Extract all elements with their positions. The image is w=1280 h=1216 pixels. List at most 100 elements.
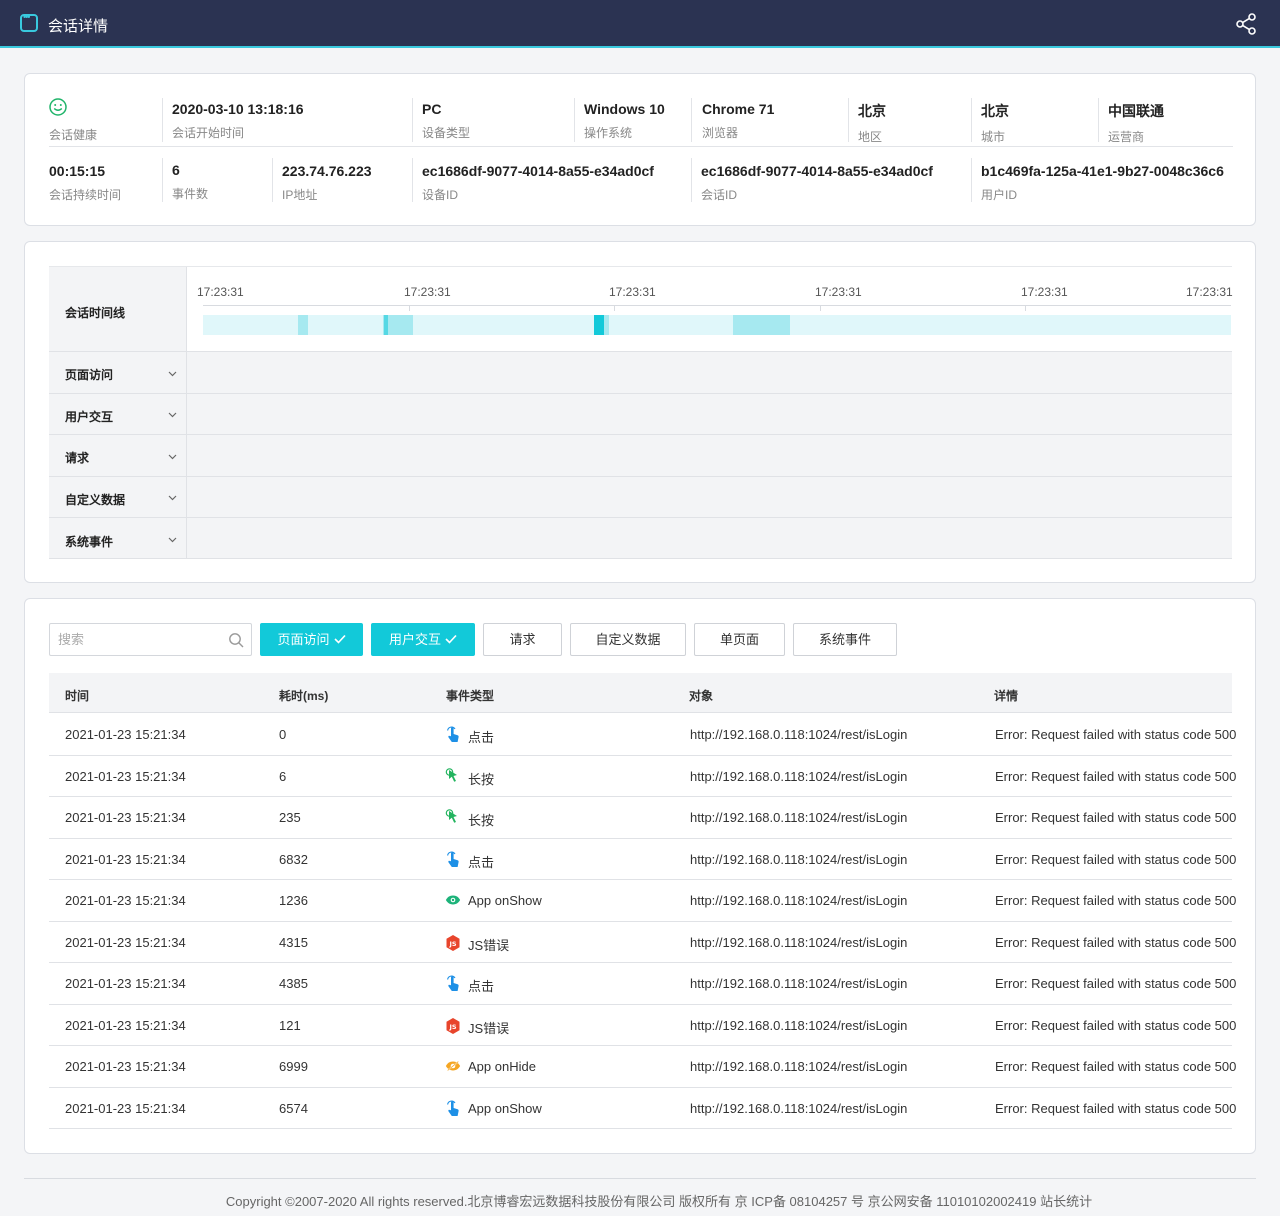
- session-info-card: 会话健康 2020-03-10 13:18:16 会话开始时间 PC 设备类型 Wi…: [24, 73, 1256, 226]
- cell-target[interactable]: http://192.168.0.118:1024/rest/isLogin: [690, 1101, 907, 1116]
- col-duration[interactable]: 耗时(ms): [279, 687, 328, 704]
- timeline-tick: 17:23:31: [404, 285, 451, 299]
- info-health: 会话健康: [49, 128, 98, 142]
- table-row[interactable]: 2021-01-23 15:21:34 6574 App onShow http://…: [49, 1088, 1236, 1129]
- timeline-row-user-interaction[interactable]: 用户交互: [65, 408, 113, 425]
- cell-time: 2021-01-23 15:21:34: [65, 934, 186, 950]
- cell-time: 2021-01-23 15:21:34: [65, 1059, 186, 1074]
- cell-target[interactable]: http://192.168.0.118:1024/rest/isLogin: [690, 727, 907, 742]
- timeline-segment[interactable]: [594, 315, 604, 335]
- cell-duration: 6999: [279, 1059, 308, 1074]
- col-event-type[interactable]: 事件类型: [446, 687, 494, 704]
- cell-target[interactable]: http://192.168.0.118:1024/rest/isLogin: [690, 1018, 907, 1033]
- info-session-id: ec1686df-9077-4014-8a55-e34ad0cf 会话ID: [701, 163, 933, 202]
- col-time[interactable]: 时间: [65, 687, 89, 704]
- table-row[interactable]: 2021-01-23 15:21:34 6832 点击 http://192.168.…: [49, 839, 1236, 880]
- cell-target[interactable]: http://192.168.0.118:1024/rest/isLogin: [690, 769, 907, 784]
- info-device-type: PC 设备类型: [422, 101, 471, 140]
- long-press-icon: [445, 767, 461, 786]
- cell-event-type: App onHide: [468, 1059, 536, 1074]
- table-row[interactable]: 2021-01-23 15:21:34 121 JS JS错误 http://192.1…: [49, 1005, 1236, 1046]
- cell-event-type: 点击: [468, 730, 495, 745]
- table-row[interactable]: 2021-01-23 15:21:34 235 长按 http://192.168.0…: [49, 797, 1236, 839]
- timeline-title: 会话时间线: [65, 306, 126, 320]
- cell-target[interactable]: http://192.168.0.118:1024/rest/isLogin: [690, 852, 907, 867]
- cell-target[interactable]: http://192.168.0.118:1024/rest/isLogin: [690, 810, 907, 825]
- cell-duration: 235: [279, 810, 301, 825]
- filter-system-event-button[interactable]: 系统事件: [793, 623, 897, 656]
- tap-icon: [445, 851, 461, 869]
- timeline-row-request[interactable]: 请求: [65, 449, 89, 466]
- cell-target[interactable]: http://192.168.0.118:1024/rest/isLogin: [690, 976, 907, 991]
- timeline-row-custom-data[interactable]: 自定义数据: [65, 491, 125, 508]
- timeline-tick: 17:23:31: [1186, 285, 1233, 299]
- info-os: Windows 10 操作系统: [584, 101, 665, 140]
- timeline-segment[interactable]: [733, 315, 790, 335]
- info-event-count: 6 事件数: [172, 162, 209, 201]
- tap-icon: [445, 726, 461, 744]
- timeline: 会话时间线 17:23:31 17:23:31 17:23:31 17:23:3…: [49, 266, 1233, 559]
- cell-target[interactable]: http://192.168.0.118:1024/rest/isLogin: [690, 935, 907, 950]
- chevron-down-icon[interactable]: [168, 535, 177, 544]
- top-bar: 会话详情: [0, 0, 1280, 48]
- info-browser: Chrome 71 浏览器: [702, 101, 775, 140]
- timeline-segment[interactable]: [604, 315, 609, 335]
- filter-page-visit-button[interactable]: 页面访问: [260, 623, 363, 656]
- cell-time: 2021-01-23 15:21:34: [65, 1017, 186, 1033]
- search-icon[interactable]: [228, 632, 244, 648]
- cell-detail: Error: Request failed with status code 5…: [995, 1017, 1237, 1033]
- cell-event-type: 长按: [468, 813, 495, 828]
- timeline-row-page-visit[interactable]: 页面访问: [65, 366, 113, 383]
- col-target[interactable]: 对象: [689, 687, 713, 704]
- table-row[interactable]: 2021-01-23 15:21:34 4315 JS JS错误 http://192.…: [49, 922, 1236, 963]
- timeline-tick: 17:23:31: [197, 285, 244, 299]
- chevron-down-icon[interactable]: [168, 452, 177, 461]
- cell-detail: Error: Request failed with status code 5…: [995, 976, 1237, 991]
- cell-time: 2021-01-23 15:21:34: [65, 1100, 186, 1116]
- timeline-row-system-event[interactable]: 系统事件: [65, 533, 113, 550]
- timeline-segment[interactable]: [384, 315, 388, 335]
- cell-event-type: App onShow: [468, 893, 542, 908]
- timeline-track[interactable]: [203, 315, 1231, 335]
- chevron-down-icon[interactable]: [168, 493, 177, 502]
- cell-target[interactable]: http://192.168.0.118:1024/rest/isLogin: [690, 1059, 907, 1074]
- cell-target[interactable]: http://192.168.0.118:1024/rest/isLogin: [690, 893, 907, 908]
- cell-detail: Error: Request failed with status code 5…: [995, 934, 1237, 950]
- cell-duration: 121: [279, 1017, 301, 1033]
- table-row[interactable]: 2021-01-23 15:21:34 6 长按 http://192.168.0.1…: [49, 756, 1236, 797]
- table-row[interactable]: 2021-01-23 15:21:34 0 点击 http://192.168.0.1…: [49, 714, 1236, 756]
- info-device-id: ec1686df-9077-4014-8a55-e34ad0cf 设备ID: [422, 163, 654, 202]
- cell-event-type: 点击: [468, 854, 495, 870]
- table-row[interactable]: 2021-01-23 15:21:34 4385 点击 http://192.168.…: [49, 963, 1236, 1005]
- chat-bubble-icon: [20, 12, 38, 32]
- cell-event-type: App onShow: [468, 1100, 542, 1116]
- events-table-header: 时间 耗时(ms) 事件类型 对象 详情: [49, 673, 1232, 713]
- smile-icon: [49, 98, 67, 116]
- eye-icon: [445, 892, 461, 910]
- cell-duration: 1236: [279, 893, 308, 908]
- cell-detail: Error: Request failed with status code 5…: [995, 1059, 1237, 1074]
- table-row[interactable]: 2021-01-23 15:21:34 6999 App onHide http://…: [49, 1046, 1236, 1088]
- filter-user-interaction-button[interactable]: 用户交互: [371, 623, 475, 656]
- cell-detail: Error: Request failed with status code 5…: [995, 768, 1237, 784]
- info-carrier: 中国联通 运营商: [1108, 103, 1164, 144]
- events-card: 页面访问 用户交互 请求 自定义数据 单页面 系统事件 时间 耗时(ms) 事件…: [24, 598, 1256, 1154]
- filter-single-page-button[interactable]: 单页面: [694, 623, 785, 656]
- table-row[interactable]: 2021-01-23 15:21:34 1236 App onShow http://…: [49, 880, 1236, 922]
- svg-text:JS: JS: [448, 940, 456, 948]
- timeline-segment[interactable]: [298, 315, 308, 335]
- chevron-down-icon[interactable]: [168, 369, 177, 378]
- col-detail[interactable]: 详情: [994, 687, 1018, 704]
- chevron-down-icon[interactable]: [168, 410, 177, 419]
- cell-time: 2021-01-23 15:21:34: [65, 727, 186, 742]
- filter-request-button[interactable]: 请求: [483, 623, 562, 656]
- info-region: 北京 地区: [858, 103, 886, 144]
- cell-event-type: 长按: [468, 771, 495, 787]
- tap-icon: [445, 975, 461, 993]
- cell-duration: 6574: [279, 1100, 308, 1116]
- search-input[interactable]: [50, 624, 220, 655]
- cell-detail: Error: Request failed with status code 5…: [995, 1100, 1237, 1116]
- filter-custom-data-button[interactable]: 自定义数据: [570, 623, 686, 656]
- info-duration: 00:15:15 会话持续时间: [49, 163, 122, 202]
- share-icon[interactable]: [1234, 12, 1258, 36]
